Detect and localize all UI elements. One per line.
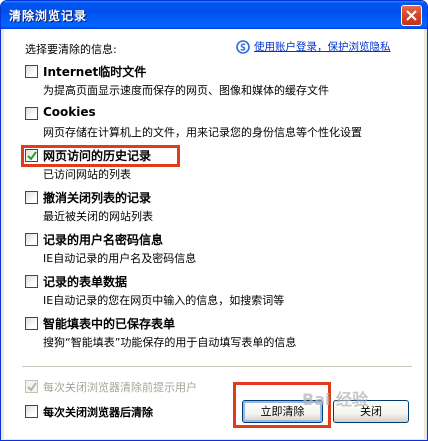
checkbox-clear-on-close[interactable] [25, 405, 38, 418]
clear-on-close-label: 每次关闭浏览器后清除 [43, 406, 153, 419]
checkbox-form-data[interactable] [25, 275, 38, 288]
option-description: IE自动记录的您在网页中输入的信息，如搜索词等 [43, 294, 285, 307]
clear-history-dialog: 清除浏览记录 选择要清除的信息: 使用账户登录，保护浏览隐私 Internet临… [0, 0, 428, 441]
close-icon [406, 10, 417, 21]
checkmark-icon [27, 382, 37, 392]
title-bar[interactable]: 清除浏览记录 [1, 1, 427, 29]
prompt-on-close-label: 每次关闭浏览器清除前提示用户 [43, 381, 197, 394]
checkbox-smart-fill[interactable] [25, 317, 38, 330]
checkbox-undo-close[interactable] [25, 191, 38, 204]
baidu-watermark: Bai 经验 [302, 390, 369, 409]
checkbox-cookies[interactable] [25, 107, 38, 120]
option-label: 智能填表中的已保存表单 [43, 317, 176, 331]
option-description: 已访问网站的列表 [43, 168, 131, 181]
option-label: 撤消关闭列表的记录 [43, 191, 152, 205]
checkbox-temp-files[interactable] [25, 65, 38, 78]
history-highlight-box [21, 145, 180, 167]
select-prompt: 选择要清除的信息: [25, 43, 117, 56]
dialog-body: 选择要清除的信息: 使用账户登录，保护浏览隐私 Internet临时文件 为提高… [4, 29, 424, 439]
window-title: 清除浏览记录 [9, 9, 88, 23]
privacy-link-text: 使用账户登录，保护浏览隐私 [254, 41, 391, 53]
checkbox-prompt-disabled [25, 380, 38, 393]
option-description: 为提高页面显示速度而保存的网页、图像和媒体的缓存文件 [43, 84, 329, 97]
close-window-button[interactable] [401, 5, 422, 26]
option-label: 记录的表单数据 [43, 275, 128, 289]
option-label: Internet临时文件 [43, 65, 147, 79]
option-description: 网页存储在计算机上的文件，用来记录您的身份信息等个性化设置 [43, 126, 362, 139]
sogou-icon [236, 39, 250, 54]
option-label: 记录的用户名密码信息 [43, 233, 164, 247]
privacy-login-link[interactable]: 使用账户登录，保护浏览隐私 [236, 39, 391, 54]
option-description: 最近被关闭的网站列表 [43, 210, 153, 223]
separator [22, 366, 412, 367]
option-description: 搜狗“智能填表”功能保存的用于自动填写表单的信息 [43, 336, 297, 349]
checkbox-passwords[interactable] [25, 233, 38, 246]
option-label: Cookies [43, 105, 96, 119]
option-description: IE自动记录的用户名及密码信息 [43, 252, 197, 265]
